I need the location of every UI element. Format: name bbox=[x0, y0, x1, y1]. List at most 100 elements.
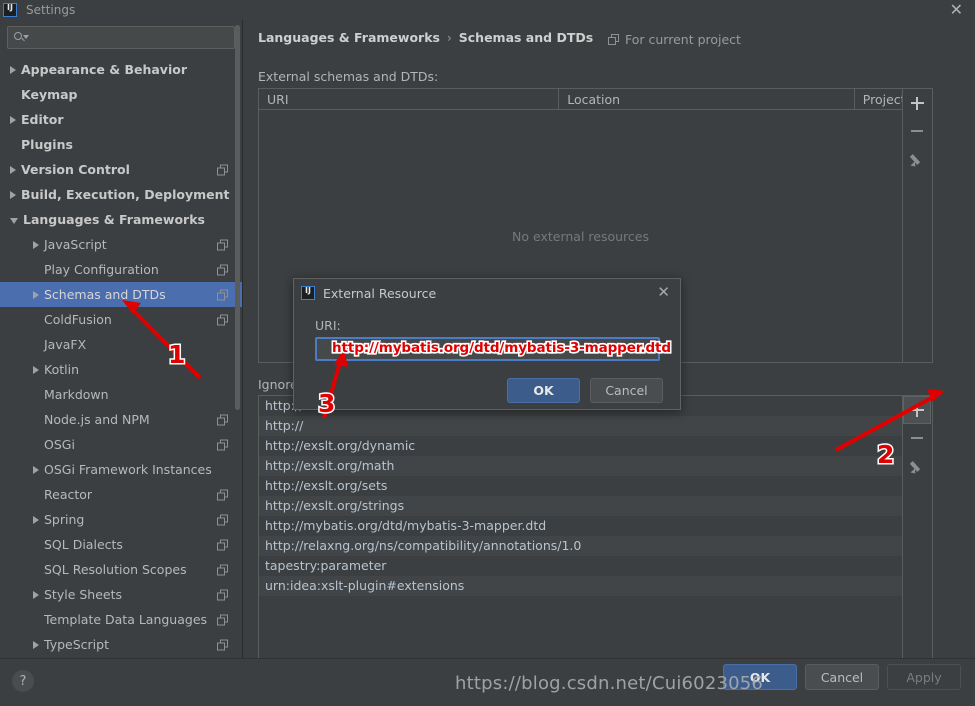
sidebar-scrollbar[interactable] bbox=[235, 25, 240, 410]
help-button[interactable]: ? bbox=[12, 670, 34, 692]
sidebar-item-label: Version Control bbox=[21, 162, 130, 177]
project-scope-icon bbox=[217, 414, 228, 425]
sidebar-item-schemas-and-dtds[interactable]: Schemas and DTDs bbox=[0, 282, 242, 307]
sidebar-item-markdown[interactable]: Markdown bbox=[0, 382, 242, 407]
sidebar-item-build-execution-deployment[interactable]: Build, Execution, Deployment bbox=[0, 182, 242, 207]
add-ignored-resource-button[interactable] bbox=[903, 396, 931, 424]
list-item[interactable]: http://exslt.org/dynamic bbox=[259, 436, 902, 456]
sidebar-item-plugins[interactable]: Plugins bbox=[0, 132, 242, 157]
list-item[interactable]: tapestry:parameter bbox=[259, 556, 902, 576]
breadcrumb-parent[interactable]: Languages & Frameworks bbox=[258, 30, 440, 45]
list-item[interactable]: http://exslt.org/sets bbox=[259, 476, 902, 496]
sidebar-item-label: Languages & Frameworks bbox=[23, 212, 205, 227]
settings-cancel-button[interactable]: Cancel bbox=[805, 664, 879, 690]
window-close-icon[interactable]: ✕ bbox=[950, 1, 963, 19]
sidebar-item-label: Keymap bbox=[21, 87, 78, 102]
sidebar-item-label: OSGi Framework Instances bbox=[44, 462, 212, 477]
sidebar-item-typescript[interactable]: TypeScript bbox=[0, 632, 242, 657]
edit-external-resource-button[interactable] bbox=[903, 145, 931, 173]
chevron-right-icon[interactable] bbox=[33, 365, 39, 374]
settings-sidebar: Appearance & Behavior Keymap Editor Plugins… bbox=[0, 20, 243, 658]
column-header-location[interactable]: Location bbox=[559, 89, 855, 109]
external-table-toolbar bbox=[903, 88, 933, 363]
sidebar-item-play-configuration[interactable]: Play Configuration bbox=[0, 257, 242, 282]
chevron-right-icon[interactable] bbox=[10, 165, 16, 174]
project-scope-icon bbox=[217, 539, 228, 550]
search-box[interactable] bbox=[7, 26, 235, 49]
sidebar-item-spring[interactable]: Spring bbox=[0, 507, 242, 532]
minus-icon bbox=[911, 437, 923, 439]
project-scope-icon bbox=[217, 514, 228, 525]
chevron-right-icon[interactable] bbox=[33, 465, 39, 474]
pencil-icon bbox=[909, 460, 924, 475]
sidebar-item-editor[interactable]: Editor bbox=[0, 107, 242, 132]
column-header-uri[interactable]: URI bbox=[259, 89, 560, 109]
settings-apply-button[interactable]: Apply bbox=[887, 664, 961, 690]
chevron-right-icon[interactable] bbox=[33, 240, 39, 249]
sidebar-item-label: OSGi bbox=[44, 437, 75, 452]
watermark-text: https://blog.csdn.net/Cui6023056 bbox=[455, 673, 764, 694]
sidebar-item-appearance-behavior[interactable]: Appearance & Behavior bbox=[0, 57, 242, 82]
settings-tree[interactable]: Appearance & Behavior Keymap Editor Plugins… bbox=[0, 57, 242, 658]
ignored-resources-list[interactable]: http://http://http://exslt.org/dynamic ht… bbox=[258, 395, 903, 660]
list-item[interactable]: http://exslt.org/strings bbox=[259, 496, 902, 516]
project-scope-icon bbox=[217, 639, 228, 650]
sidebar-item-javafx[interactable]: JavaFX bbox=[0, 332, 242, 357]
chevron-right-icon[interactable] bbox=[33, 640, 39, 649]
sidebar-item-style-sheets[interactable]: Style Sheets bbox=[0, 582, 242, 607]
chevron-right-icon[interactable] bbox=[10, 115, 16, 124]
breadcrumb-current: Schemas and DTDs bbox=[458, 30, 594, 45]
dialog-uri-label: URI: bbox=[315, 318, 341, 333]
annotation-marker-2: 2 bbox=[875, 439, 895, 471]
sidebar-item-template-data-languages[interactable]: Template Data Languages bbox=[0, 607, 242, 632]
sidebar-item-javascript[interactable]: JavaScript bbox=[0, 232, 242, 257]
sidebar-item-version-control[interactable]: Version Control bbox=[0, 157, 242, 182]
chevron-right-icon[interactable] bbox=[33, 290, 39, 299]
sidebar-item-sql-dialects[interactable]: SQL Dialects bbox=[0, 532, 242, 557]
dialog-ok-button[interactable]: OK bbox=[507, 378, 580, 403]
sidebar-item-languages-frameworks[interactable]: Languages & Frameworks bbox=[0, 207, 242, 232]
chevron-right-icon[interactable] bbox=[10, 65, 16, 74]
list-item[interactable]: http://relaxng.org/ns/compatibility/anno… bbox=[259, 536, 902, 556]
sidebar-item-label: Markdown bbox=[44, 387, 109, 402]
sidebar-item-node-js-and-npm[interactable]: Node.js and NPM bbox=[0, 407, 242, 432]
chevron-right-icon[interactable] bbox=[33, 590, 39, 599]
remove-external-resource-button[interactable] bbox=[903, 117, 931, 145]
chevron-down-icon[interactable] bbox=[10, 217, 18, 224]
project-scope-icon bbox=[217, 164, 228, 175]
list-item[interactable]: http://mybatis.org/dtd/mybatis-3-mapper.… bbox=[259, 516, 902, 536]
edit-ignored-resource-button[interactable] bbox=[903, 452, 931, 480]
list-item[interactable]: http://exslt.org/math bbox=[259, 456, 902, 476]
breadcrumb: Languages & Frameworks › Schemas and DTD… bbox=[258, 30, 593, 45]
sidebar-item-label: Schemas and DTDs bbox=[44, 287, 166, 302]
sidebar-item-kotlin[interactable]: Kotlin bbox=[0, 357, 242, 382]
sidebar-item-osgi-framework-instances[interactable]: OSGi Framework Instances bbox=[0, 457, 242, 482]
sidebar-item-sql-resolution-scopes[interactable]: SQL Resolution Scopes bbox=[0, 557, 242, 582]
breadcrumb-separator-icon: › bbox=[446, 30, 452, 45]
sidebar-item-coldfusion[interactable]: ColdFusion bbox=[0, 307, 242, 332]
plus-icon bbox=[910, 403, 924, 417]
column-header-project[interactable]: Project bbox=[855, 89, 902, 109]
project-scope-icon bbox=[217, 264, 228, 275]
for-current-project: For current project bbox=[608, 32, 741, 47]
add-external-resource-button[interactable] bbox=[903, 89, 931, 117]
sidebar-item-label: Build, Execution, Deployment bbox=[21, 187, 230, 202]
dialog-close-icon[interactable]: ✕ bbox=[657, 283, 670, 301]
project-scope-icon bbox=[608, 34, 619, 45]
intellij-logo-icon bbox=[3, 3, 17, 17]
list-item[interactable]: urn:idea:xslt-plugin#extensions bbox=[259, 576, 902, 596]
chevron-right-icon[interactable] bbox=[33, 515, 39, 524]
sidebar-item-osgi[interactable]: OSGi bbox=[0, 432, 242, 457]
remove-ignored-resource-button[interactable] bbox=[903, 424, 931, 452]
sidebar-item-keymap[interactable]: Keymap bbox=[0, 82, 242, 107]
sidebar-item-label: Plugins bbox=[21, 137, 73, 152]
window-titlebar: Settings ✕ bbox=[0, 0, 975, 20]
dialog-cancel-button[interactable]: Cancel bbox=[590, 378, 663, 403]
window-title: Settings bbox=[26, 3, 76, 17]
sidebar-item-reactor[interactable]: Reactor bbox=[0, 482, 242, 507]
list-item[interactable]: http:// bbox=[259, 416, 902, 436]
project-scope-icon bbox=[217, 614, 228, 625]
project-scope-icon bbox=[217, 314, 228, 325]
search-input[interactable] bbox=[28, 29, 234, 46]
chevron-right-icon[interactable] bbox=[10, 190, 16, 199]
